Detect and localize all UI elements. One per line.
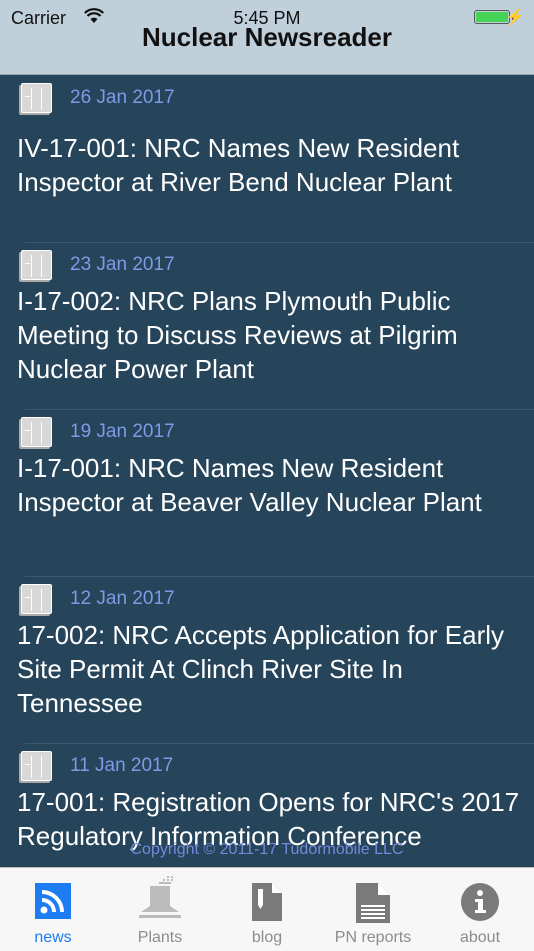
plant-icon	[137, 876, 183, 925]
news-headline: I-17-001: NRC Names New Resident Inspect…	[17, 453, 482, 517]
tab-label: PN reports	[334, 929, 412, 946]
news-list[interactable]: 26 Jan 2017 IV-17-001: NRC Names New Res…	[0, 75, 534, 867]
news-headline: 17-002: NRC Accepts Application for Earl…	[17, 620, 505, 718]
news-headline: IV-17-001: NRC Names New Resident Inspec…	[17, 133, 460, 197]
document-icon	[356, 883, 390, 928]
news-headline: I-17-002: NRC Plans Plymouth Public Meet…	[17, 286, 458, 384]
tab-plants[interactable]: Plants	[107, 868, 213, 951]
news-date: 23 Jan 2017	[70, 254, 175, 275]
news-item[interactable]: 12 Jan 2017 17-002: NRC Accepts Applicat…	[0, 576, 534, 743]
tab-label: about	[459, 929, 501, 946]
tab-label: blog	[251, 929, 283, 946]
news-date: 26 Jan 2017	[70, 87, 175, 108]
news-item[interactable]: 23 Jan 2017 I-17-002: NRC Plans Plymouth…	[0, 242, 534, 409]
info-icon	[461, 883, 499, 926]
tab-blog[interactable]: blog	[214, 868, 320, 951]
newspaper-icon	[21, 83, 52, 113]
news-date: 12 Jan 2017	[70, 588, 175, 609]
page-title: Nuclear Newsreader	[141, 22, 393, 52]
tab-news[interactable]: news	[0, 868, 106, 951]
newspaper-icon	[21, 584, 52, 614]
copyright-text: Copyright © 2011-17 Tudormobile LLC	[130, 841, 404, 858]
newspaper-icon	[21, 250, 52, 280]
newspaper-icon	[21, 417, 52, 447]
newspaper-icon	[21, 751, 52, 781]
tab-bar: news Plants blog PN reports about	[0, 867, 534, 951]
news-date: 19 Jan 2017	[70, 421, 175, 442]
news-item[interactable]: 26 Jan 2017 IV-17-001: NRC Names New Res…	[0, 75, 534, 242]
blog-icon	[252, 883, 282, 926]
tab-label: news	[34, 929, 72, 946]
news-date: 11 Jan 2017	[70, 755, 174, 776]
tab-label: Plants	[137, 929, 183, 946]
tab-about[interactable]: about	[427, 868, 533, 951]
navigation-bar: Carrier 5:45 PM ⚡ Nuclear Newsreader	[0, 0, 534, 75]
tab-pn-reports[interactable]: PN reports	[320, 868, 426, 951]
rss-icon	[35, 883, 71, 924]
news-item[interactable]: 19 Jan 2017 I-17-001: NRC Names New Resi…	[0, 409, 534, 576]
